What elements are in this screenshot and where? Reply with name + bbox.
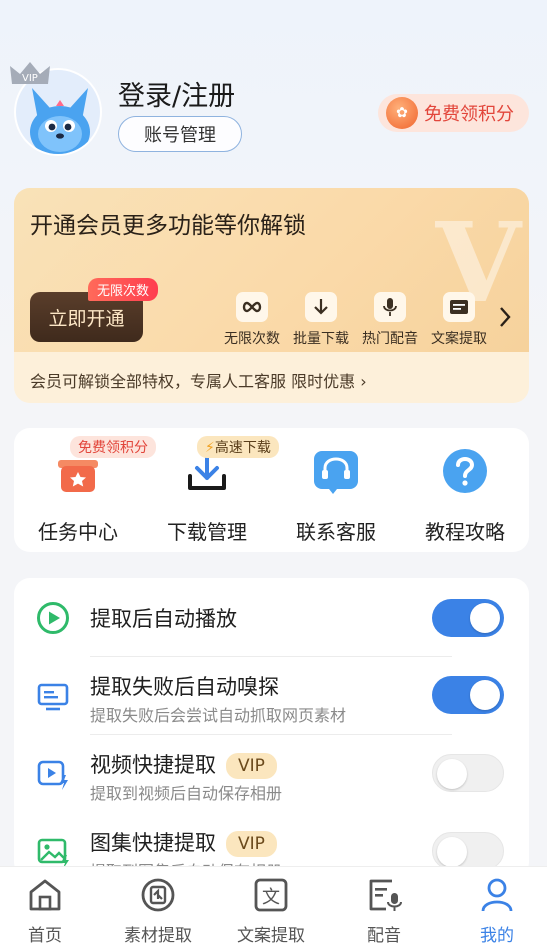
tab-home[interactable]: 首页 [0,875,95,946]
settings-card: 提取后自动播放 提取失败后自动嗅探 提取失败后会尝试自动抓取网页素材 视频快捷提… [14,578,529,878]
chevron-right-small-icon: › [360,372,367,391]
unlimited-badge: 无限次数 [88,278,159,301]
setting-title: 图集快捷提取 [90,831,216,855]
tab-label: 配音 [367,926,401,946]
vip-promo-label: 会员可解锁全部特权，专属人工客服 限时优惠 [30,372,356,391]
setting-title: 提取后自动播放 [90,607,237,631]
vip-pill: VIP [226,831,277,857]
setting-title-wrap: 图集快捷提取 VIP [90,827,277,857]
chevron-right-icon[interactable] [498,306,512,332]
tab-material-extract[interactable]: 素材提取 [108,875,208,946]
perk-label: 文案提取 [431,331,487,347]
svg-text:VIP: VIP [22,73,38,84]
tab-profile[interactable]: 我的 [447,875,547,946]
login-register-link[interactable]: 登录/注册 [118,74,235,113]
shortcut-contact-service[interactable]: 联系客服 [276,446,396,545]
shortcut-task-center[interactable]: 任务中心 [18,446,138,545]
toggle-knob [470,603,500,633]
setting-title: 视频快捷提取 [90,753,216,777]
setting-title-wrap: 视频快捷提取 VIP [90,749,277,779]
video-flash-icon [36,757,70,791]
divider [90,656,452,657]
home-icon [25,875,65,915]
free-points-tag: 免费领积分 [70,436,156,458]
dubbing-icon [364,875,404,915]
lightning-icon: ⚡ [205,440,215,456]
free-points-button[interactable]: ✿ 免费领积分 [378,94,529,132]
setting-title: 提取失败后自动嗅探 [90,675,279,699]
shortcut-label: 教程攻略 [425,520,505,544]
material-extract-icon [138,875,178,915]
tab-label: 素材提取 [124,926,192,946]
video-quick-extract-toggle[interactable] [432,754,504,792]
infinity-icon [236,292,268,322]
help-icon [440,446,490,496]
account-manage-button[interactable]: 账号管理 [118,116,242,152]
perk-unlimited[interactable]: 无限次数 [220,292,284,348]
tab-label: 首页 [28,926,62,946]
perk-batch-download[interactable]: 批量下载 [289,292,353,348]
toggle-knob [470,680,500,710]
high-speed-tag: ⚡高速下载 [197,436,279,458]
high-speed-label: 高速下载 [214,440,271,456]
auto-sniff-toggle[interactable] [432,676,504,714]
bottom-tab-bar: 首页 素材提取 文 文案提取 配音 我的 [0,866,547,950]
document-icon [443,292,475,322]
setting-subtitle: 提取失败后会尝试自动抓取网页素材 [90,706,347,725]
microphone-icon [374,292,406,322]
perk-label: 无限次数 [224,331,280,347]
vip-banner-title: 开通会员更多功能等你解锁 [30,213,306,239]
profile-screen: VIP 登录/注册 账号管理 ✿ 免费领积分 V 开通会员更多功能等你解锁 立即… [0,0,547,950]
toggle-knob [437,837,467,867]
shortcut-label: 联系客服 [296,520,376,544]
monitor-icon [36,679,70,713]
profile-icon [477,875,517,915]
vip-pill: VIP [226,753,277,779]
auto-play-toggle[interactable] [432,599,504,637]
vip-banner[interactable]: V 开通会员更多功能等你解锁 立即开通 无限次数 无限次数 批量下载 热门配音 [14,188,529,403]
perk-label: 热门配音 [362,331,418,347]
gallery-quick-extract-toggle[interactable] [432,832,504,870]
tab-label: 我的 [480,926,514,946]
avatar[interactable]: VIP [10,56,106,156]
vip-promo-text[interactable]: 会员可解锁全部特权，专属人工客服 限时优惠 › [30,368,367,392]
image-flash-icon [36,835,70,869]
perk-label: 批量下载 [293,331,349,347]
svg-text:文: 文 [262,887,280,908]
perk-text-extract[interactable]: 文案提取 [427,292,491,348]
shortcut-label: 任务中心 [38,520,118,544]
toggle-knob [437,759,467,789]
shortcut-download-manager[interactable]: 下载管理 [147,446,267,545]
perk-hot-dubbing[interactable]: 热门配音 [358,292,422,348]
tab-dubbing[interactable]: 配音 [334,875,434,946]
download-arrow-icon [305,292,337,322]
text-extract-icon: 文 [251,875,291,915]
shortcut-card: 任务中心 免费领积分 下载管理 ⚡高速下载 联系客服 教程攻略 [14,428,529,552]
tab-text-extract[interactable]: 文 文案提取 [221,875,321,946]
play-circle-icon [36,601,70,635]
setting-subtitle: 提取到视频后自动保存相册 [90,784,283,803]
free-points-label: 免费领积分 [424,104,514,125]
headset-icon [311,446,361,496]
shortcut-tutorial[interactable]: 教程攻略 [405,446,525,545]
vip-crown-icon: VIP [8,58,52,88]
tab-label: 文案提取 [237,926,305,946]
shortcut-label: 下载管理 [167,520,247,544]
coin-icon: ✿ [386,97,418,129]
divider [90,734,452,735]
